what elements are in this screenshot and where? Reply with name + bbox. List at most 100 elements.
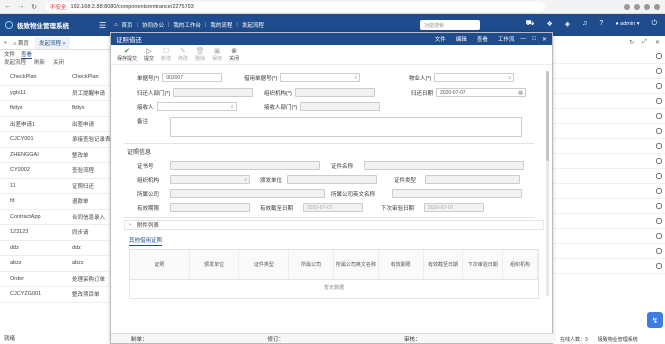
refresh-icon[interactable]: ↻: [629, 39, 634, 46]
close-icon[interactable]: ✕: [542, 36, 547, 43]
minimize-icon[interactable]: —: [520, 36, 526, 43]
row-checkbox[interactable]: [656, 53, 662, 59]
function-search-input[interactable]: 功能搜索: [420, 20, 480, 30]
menu-file[interactable]: 文件: [435, 35, 446, 43]
list-item[interactable]: abzz abzz: [0, 256, 120, 272]
search-icon[interactable]: ⌕: [509, 75, 512, 81]
fullscreen-icon[interactable]: ⤢: [642, 39, 647, 46]
grid-column-header[interactable]: 证件类型: [239, 250, 290, 279]
tab-home[interactable]: ⌂ 首页: [13, 39, 29, 47]
row-checkbox[interactable]: [656, 68, 662, 74]
row-checkbox[interactable]: [656, 263, 662, 269]
toolbar-button-6[interactable]: ⊗ 关闭: [229, 48, 239, 62]
list-item[interactable]: 11 证照归还: [0, 179, 120, 194]
extension-icon[interactable]: [634, 3, 640, 10]
vertical-scrollbar[interactable]: [546, 71, 549, 296]
search-icon[interactable]: ⌕: [355, 75, 358, 81]
maximize-icon[interactable]: □: [532, 36, 536, 43]
property-field[interactable]: ⌕: [434, 73, 515, 82]
extension-icon[interactable]: [644, 3, 650, 10]
menu-view[interactable]: 查看: [477, 35, 488, 43]
search-icon[interactable]: ⌕: [231, 104, 234, 110]
row-checkbox[interactable]: [656, 248, 662, 254]
row-checkbox[interactable]: [656, 188, 662, 194]
assistant-button[interactable]: ↯: [647, 312, 663, 328]
list-item[interactable]: 123123 同步请: [0, 225, 120, 241]
cart-icon[interactable]: ⛟: [526, 19, 535, 28]
grid-column-header[interactable]: 颁发单位: [190, 250, 240, 279]
row-checkbox[interactable]: [656, 83, 662, 89]
list-item[interactable]: CJCYZG001 整改项目单: [0, 287, 120, 303]
grid-column-header[interactable]: 有效截至日期: [424, 250, 464, 279]
list-item[interactable]: CheckPlan CheckPlan: [0, 70, 120, 86]
layers-icon[interactable]: ❖: [546, 20, 552, 28]
toolbar-button-1[interactable]: ▷ 提交: [144, 48, 154, 62]
calendar-icon[interactable]: ▦: [518, 90, 523, 96]
list-item[interactable]: fd 退款单: [0, 194, 120, 210]
row-checkbox[interactable]: [656, 128, 662, 134]
bell-icon[interactable]: ♫: [582, 20, 587, 27]
tab-other-certs[interactable]: 其他借用证照: [129, 236, 163, 246]
list-item[interactable]: ContractApp 合同信息录入: [0, 210, 120, 225]
return-date-field[interactable]: 2020-07-07 ▦: [436, 88, 527, 97]
grid-column-header[interactable]: 所属公司英文名称: [334, 250, 379, 279]
toolbar-button-4[interactable]: 🗑 删除: [195, 48, 205, 62]
borrow-bill-field[interactable]: ⌕: [280, 73, 361, 82]
bill-no-field[interactable]: 002007: [162, 73, 223, 82]
menu-workflow[interactable]: 工作流: [498, 35, 515, 43]
row-checkbox[interactable]: [656, 218, 662, 224]
attachments-panel[interactable]: › 附件列表: [124, 220, 544, 230]
grid-column-header[interactable]: 下次审验日期: [463, 250, 504, 279]
row-checkbox[interactable]: [656, 203, 662, 209]
nav-home[interactable]: 首页: [122, 21, 133, 29]
help-icon[interactable]: ?: [599, 20, 603, 27]
nav-my-flow[interactable]: 我的流程: [210, 21, 232, 29]
menu-toggle-icon[interactable]: ☰: [99, 21, 106, 30]
list-item[interactable]: CJCY001 承接查验记录表: [0, 132, 120, 148]
close-icon[interactable]: ✕: [655, 39, 660, 46]
nav-start-flow[interactable]: 发起流程: [242, 21, 264, 29]
left-toolbar: 文件 查看 发起流程 刷新 关闭: [0, 50, 120, 67]
tab-file[interactable]: 文件: [4, 50, 15, 58]
nav-workbench[interactable]: 我的工作台: [173, 21, 201, 29]
tab-prev-icon[interactable]: «: [4, 40, 7, 46]
grid-column-header[interactable]: 证照: [130, 250, 190, 279]
profile-icon[interactable]: [654, 3, 660, 10]
remark-textarea[interactable]: [170, 117, 522, 137]
row-checkbox[interactable]: [656, 158, 662, 164]
address-bar[interactable]: 不安全 192.168.2.88:8080/components/entranc…: [45, 1, 545, 12]
list-item[interactable]: Order 处理采购订单: [0, 272, 120, 287]
list-item[interactable]: ZHENGGAI 整改单: [0, 148, 120, 163]
list-item[interactable]: 出差申请1 出差申请: [0, 117, 120, 132]
row-checkbox[interactable]: [656, 143, 662, 149]
forward-icon[interactable]: →: [16, 2, 26, 12]
row-checkbox[interactable]: [656, 98, 662, 104]
toolbar-button-5[interactable]: ▣ 保存: [212, 48, 222, 62]
refresh-button[interactable]: 刷新: [34, 58, 45, 66]
row-checkbox[interactable]: [656, 173, 662, 179]
tab-start-flow[interactable]: 发起流程 ×: [34, 36, 70, 49]
list-item[interactable]: ddz ddz: [0, 241, 120, 256]
toolbar-button-0[interactable]: ✔ 保存提交: [117, 48, 137, 62]
back-icon[interactable]: ←: [3, 2, 13, 12]
receiver-field[interactable]: ⌕: [156, 102, 237, 111]
user-menu[interactable]: ● admin ▾: [615, 21, 639, 27]
start-flow-button[interactable]: 发起流程: [4, 58, 26, 66]
reload-icon[interactable]: ↻: [29, 2, 39, 12]
power-icon[interactable]: ⏻: [651, 20, 657, 28]
menu-edit[interactable]: 编辑: [456, 35, 467, 43]
row-checkbox[interactable]: [656, 233, 662, 239]
grid-column-header[interactable]: 组织机构: [503, 250, 538, 279]
extension-icon[interactable]: [624, 3, 630, 10]
grid-column-header[interactable]: 所属公司: [289, 250, 334, 279]
close-button[interactable]: 关闭: [53, 58, 64, 66]
row-checkbox[interactable]: [656, 113, 662, 119]
list-item[interactable]: fktlys fktlys: [0, 101, 120, 117]
grid-column-header[interactable]: 有效期限: [379, 250, 424, 279]
skin-icon[interactable]: ◈: [565, 20, 570, 28]
toolbar-button-3[interactable]: ✎ 修改: [178, 48, 188, 62]
nav-collab[interactable]: 协同办公: [142, 21, 164, 29]
list-item[interactable]: CY0002 查验流程: [0, 163, 120, 179]
list-item[interactable]: ygtx11 员工提醒申请: [0, 86, 120, 101]
toolbar-button-2[interactable]: ☐ 新增: [161, 48, 171, 62]
